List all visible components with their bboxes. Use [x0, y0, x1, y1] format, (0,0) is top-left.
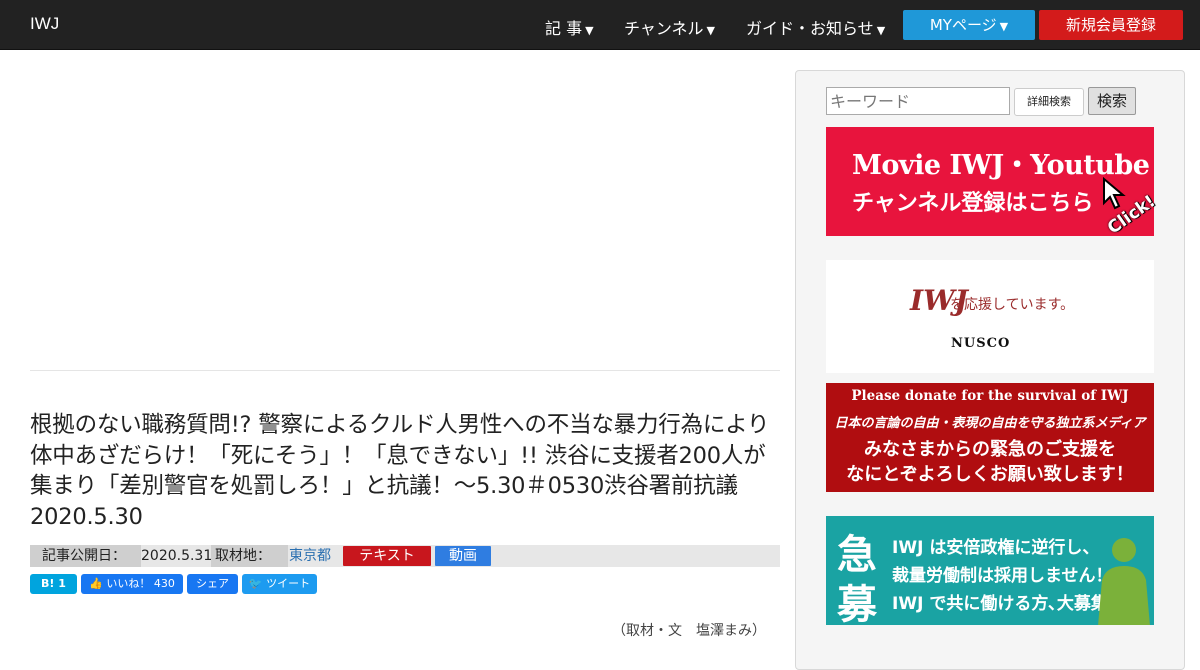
like-label: いいね！ 430 [106, 577, 175, 590]
nav-guide-label: ガイド・お知らせ [746, 19, 874, 38]
article-meta-bar: 記事公開日： 2020.5.31 取材地： 東京都 テキスト 動画 [30, 545, 780, 567]
article-credit: （取材・文 塩澤まみ） [612, 623, 766, 639]
caret-down-icon: ▼ [876, 24, 886, 37]
donate-line-2: 日本の言論の自由・表現の自由を守る独立系メディア [834, 416, 1146, 431]
twitter-bird-icon: 🐦 [248, 577, 263, 590]
location-label: 取材地： [211, 545, 288, 567]
caret-down-icon: ▼ [585, 24, 594, 37]
nav-guide-dropdown[interactable]: ガイド・お知らせ ▼ [746, 15, 885, 39]
nav-articles-label: 記 事 [545, 19, 583, 38]
nusco-logo: NUSCO [951, 336, 1011, 351]
nav-channel-label: チャンネル [624, 19, 704, 38]
donate-line-3: みなさまからの緊急のご支援を [864, 439, 1116, 460]
recruit-kanji: 募 [837, 582, 877, 625]
youtube-channel-banner[interactable]: Movie IWJ・Youtube チャンネル登録はこちら Click! [826, 127, 1159, 238]
facebook-like-button[interactable]: 👍 いいね！ 430 [81, 574, 183, 594]
mypage-label: MYページ [929, 16, 997, 34]
caret-down-icon: ▼ [706, 24, 715, 37]
article-title: 根拠のない職務質問!? 警察によるクルド人男性への不当な暴力行為により体中あざだ… [30, 412, 770, 530]
location-link[interactable]: 東京都 [289, 545, 331, 567]
tweet-label: ツイート [266, 577, 311, 590]
facebook-share-button[interactable]: シェア [187, 574, 238, 594]
recruit-line-2: 裁量労働制は採用しません！ [892, 566, 1113, 586]
nav-articles-dropdown[interactable]: 記 事 ▼ [545, 15, 594, 39]
divider [30, 370, 780, 371]
thumbs-up-icon: 👍 [89, 577, 103, 590]
donate-line-4: なにとぞよろしくお願い致します！ [846, 464, 1134, 485]
keyword-search-input[interactable] [826, 87, 1010, 115]
sidebar: 詳細検索 検索 Movie IWJ・Youtube チャンネル登録はこちら Cl… [795, 70, 1185, 670]
youtube-banner-subtitle: チャンネル登録はこちら [852, 191, 1094, 216]
ad-space [30, 70, 780, 370]
caret-down-icon: ▼ [999, 20, 1009, 33]
tag-text[interactable]: テキスト [343, 546, 431, 566]
published-date: 2020.5.31 [141, 548, 213, 564]
nusco-sponsor-banner[interactable]: IWJ を応援しています。 NUSCO [826, 260, 1154, 373]
sponsor-text: を応援しています。 [950, 297, 1075, 313]
search-button[interactable]: 検索 [1088, 87, 1136, 115]
register-button[interactable]: 新規会員登録 [1039, 10, 1183, 40]
advanced-search-button[interactable]: 詳細検索 [1014, 88, 1084, 116]
top-navbar: IWJ 記 事 ▼ チャンネル ▼ ガイド・お知らせ ▼ MYページ ▼ 新規会員登録 [0, 0, 1200, 50]
hatena-bookmark-button[interactable]: B! 1 [30, 574, 77, 594]
recruit-banner[interactable]: 急 募 IWJ は安倍政権に逆行し、 裁量労働制は採用しません！ IWJ で共に… [826, 516, 1154, 625]
tag-video[interactable]: 動画 [435, 546, 491, 566]
nav-channel-dropdown[interactable]: チャンネル ▼ [624, 15, 715, 39]
brand-link[interactable]: IWJ [30, 14, 59, 34]
donate-banner[interactable]: Please donate for the survival of IWJ 日本… [826, 383, 1154, 492]
donate-line-1: Please donate for the survival of IWJ [851, 388, 1129, 404]
tweet-button[interactable]: 🐦 ツイート [242, 574, 317, 594]
mypage-button[interactable]: MYページ ▼ [903, 10, 1035, 40]
published-label: 記事公開日： [30, 545, 141, 567]
person-silhouette-icon [1098, 538, 1150, 625]
recruit-line-1: IWJ は安倍政権に逆行し、 [892, 538, 1100, 558]
